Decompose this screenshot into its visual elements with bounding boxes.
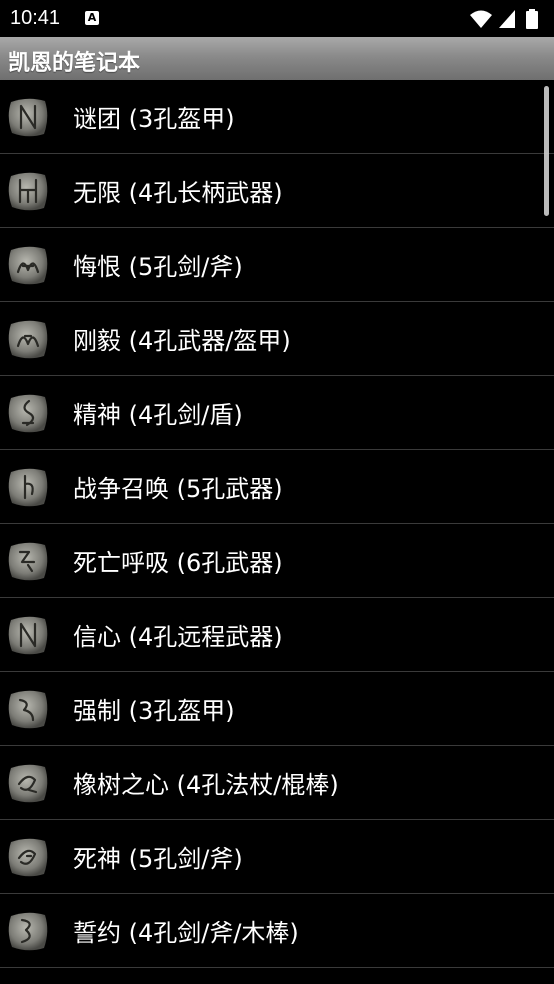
list-item-label: 刚毅 (4孔武器/盔甲) bbox=[73, 327, 291, 355]
list-item-9[interactable]: 强制 (3孔盔甲) bbox=[0, 672, 554, 746]
rune-icon bbox=[8, 172, 48, 211]
rune-icon bbox=[8, 616, 48, 655]
rune-icon bbox=[8, 838, 48, 877]
list-item-label: 橡树之心 (4孔法杖/棍棒) bbox=[73, 771, 339, 799]
rune-icon bbox=[8, 394, 48, 433]
list-item-label: 谜团 (3孔盔甲) bbox=[73, 105, 235, 133]
list-item-label: 精神 (4孔剑/盾) bbox=[73, 401, 243, 429]
list-item-7[interactable]: 死亡呼吸 (6孔武器) bbox=[0, 524, 554, 598]
battery-icon bbox=[526, 9, 538, 29]
list-item-4[interactable]: 刚毅 (4孔武器/盔甲) bbox=[0, 302, 554, 376]
list-item-11[interactable]: 死神 (5孔剑/斧) bbox=[0, 820, 554, 894]
app-title: 凯恩的笔记本 bbox=[8, 51, 141, 76]
list-item-3[interactable]: 悔恨 (5孔剑/斧) bbox=[0, 228, 554, 302]
notification-a-icon: A bbox=[85, 11, 99, 25]
list-item-label: 悔恨 (5孔剑/斧) bbox=[73, 253, 243, 281]
app-bar: 凯恩的笔记本 bbox=[0, 37, 554, 80]
list-item-2[interactable]: 无限 (4孔长柄武器) bbox=[0, 154, 554, 228]
list-item-label: 战争召唤 (5孔武器) bbox=[73, 475, 283, 503]
runeword-list[interactable]: 谜团 (3孔盔甲) 无限 (4孔长柄武器) 悔恨 (5孔剑/斧) 刚毅 (4孔武… bbox=[0, 80, 554, 984]
list-item-5[interactable]: 精神 (4孔剑/盾) bbox=[0, 376, 554, 450]
wifi-icon bbox=[470, 10, 492, 28]
list-item-1[interactable]: 谜团 (3孔盔甲) bbox=[0, 80, 554, 154]
status-icons bbox=[470, 9, 544, 29]
list-item-label: 无限 (4孔长柄武器) bbox=[73, 179, 283, 207]
rune-icon bbox=[8, 542, 48, 581]
rune-icon bbox=[8, 468, 48, 507]
list-item-8[interactable]: 信心 (4孔远程武器) bbox=[0, 598, 554, 672]
status-bar: 10:41 A bbox=[0, 0, 554, 37]
list-item-10[interactable]: 橡树之心 (4孔法杖/棍棒) bbox=[0, 746, 554, 820]
list-item-6[interactable]: 战争召唤 (5孔武器) bbox=[0, 450, 554, 524]
list-item-12[interactable]: 誓约 (4孔剑/斧/木棒) bbox=[0, 894, 554, 968]
rune-icon bbox=[8, 320, 48, 359]
rune-icon bbox=[8, 246, 48, 285]
list-item-label: 死神 (5孔剑/斧) bbox=[73, 845, 243, 873]
signal-icon bbox=[499, 10, 515, 28]
list-item-label: 强制 (3孔盔甲) bbox=[73, 697, 235, 725]
list-item-label: 誓约 (4孔剑/斧/木棒) bbox=[73, 919, 299, 947]
list-item-label: 信心 (4孔远程武器) bbox=[73, 623, 283, 651]
rune-icon bbox=[8, 764, 48, 803]
rune-icon bbox=[8, 912, 48, 951]
rune-icon bbox=[8, 98, 48, 137]
status-time: 10:41 bbox=[10, 7, 61, 29]
list-item-label: 死亡呼吸 (6孔武器) bbox=[73, 549, 283, 577]
scrollbar[interactable] bbox=[544, 86, 549, 216]
rune-icon bbox=[8, 690, 48, 729]
